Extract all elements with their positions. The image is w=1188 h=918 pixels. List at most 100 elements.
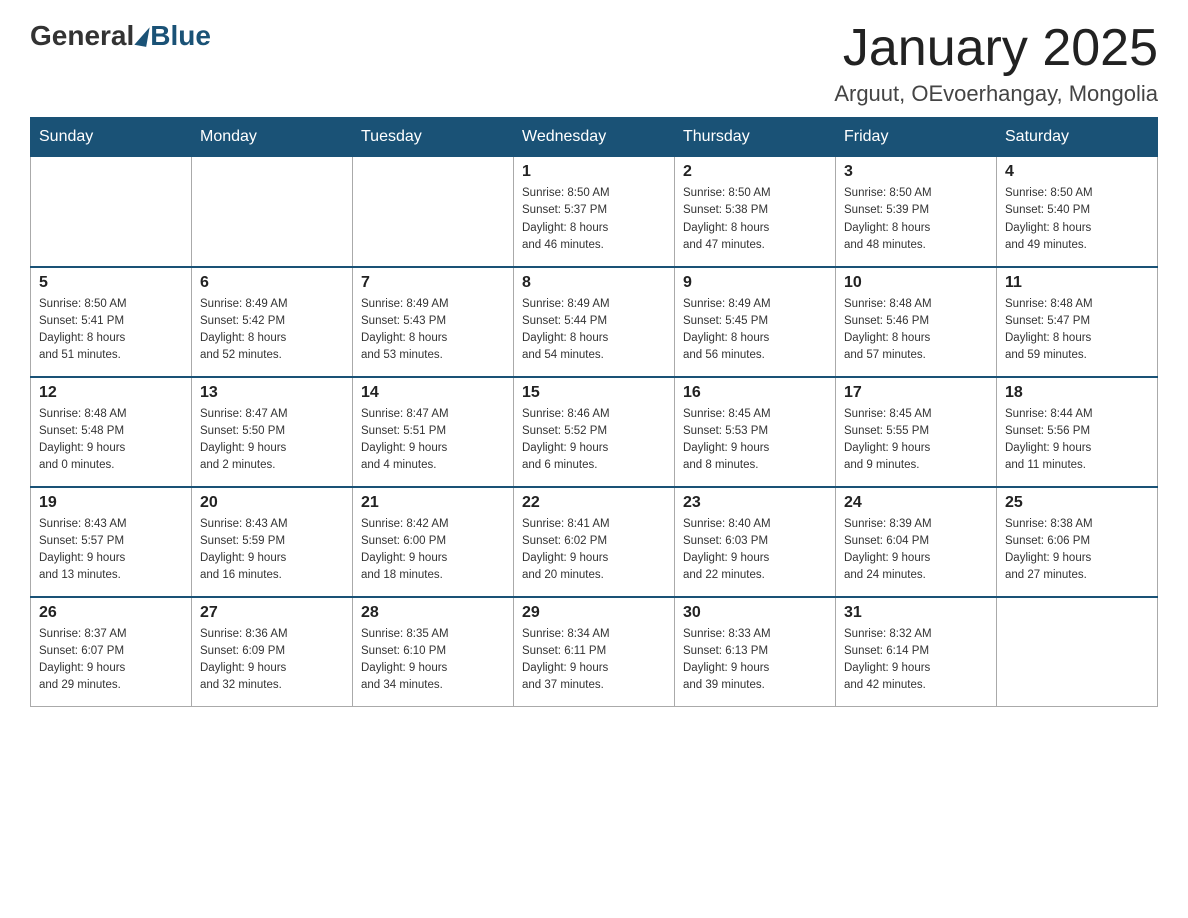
calendar-cell: 29 Sunrise: 8:34 AM Sunset: 6:11 PM Dayli…	[514, 597, 675, 707]
day-info: Sunrise: 8:38 AM Sunset: 6:06 PM Dayligh…	[1005, 516, 1149, 585]
day-info: Sunrise: 8:48 AM Sunset: 5:48 PM Dayligh…	[39, 406, 183, 475]
day-number: 31	[844, 604, 988, 622]
calendar-cell: 5 Sunrise: 8:50 AM Sunset: 5:41 PM Daylig…	[31, 267, 192, 377]
calendar-cell: 6Sunrise: 8:49 AM Sunset: 5:42 PM Daylig…	[192, 267, 353, 377]
day-number: 23	[683, 494, 827, 512]
calendar-cell: 18 Sunrise: 8:44 AM Sunset: 5:56 PM Dayli…	[997, 377, 1158, 487]
week-row-3: 12 Sunrise: 8:48 AM Sunset: 5:48 PM Dayli…	[31, 377, 1158, 487]
day-info: Sunrise: 8:50 AM Sunset: 5:41 PM Dayligh…	[39, 296, 183, 365]
day-number: 4	[1005, 163, 1149, 181]
location-title: Arguut, OEvoerhangay, Mongolia	[834, 81, 1158, 107]
day-info: Sunrise: 8:34 AM Sunset: 6:11 PM Dayligh…	[522, 626, 666, 695]
calendar-cell: 26 Sunrise: 8:37 AM Sunset: 6:07 PM Dayli…	[31, 597, 192, 707]
page-header: General Blue January 2025 Arguut, OEvoer…	[30, 20, 1158, 107]
calendar-cell: 20 Sunrise: 8:43 AM Sunset: 5:59 PM Dayli…	[192, 487, 353, 597]
day-number: 14	[361, 384, 505, 402]
calendar-cell: 16 Sunrise: 8:45 AM Sunset: 5:53 PM Dayli…	[675, 377, 836, 487]
day-number: 21	[361, 494, 505, 512]
calendar-cell: 14 Sunrise: 8:47 AM Sunset: 5:51 PM Dayli…	[353, 377, 514, 487]
logo-general-text: General	[30, 20, 134, 52]
day-header-thursday: Thursday	[675, 118, 836, 157]
day-number: 25	[1005, 494, 1149, 512]
day-number: 3	[844, 163, 988, 181]
day-number: 22	[522, 494, 666, 512]
calendar-cell: 22 Sunrise: 8:41 AM Sunset: 6:02 PM Dayli…	[514, 487, 675, 597]
day-info: Sunrise: 8:50 AM Sunset: 5:37 PM Dayligh…	[522, 185, 666, 254]
day-number: 1	[522, 163, 666, 181]
day-number: 2	[683, 163, 827, 181]
day-number: 8	[522, 274, 666, 292]
day-number: 20	[200, 494, 344, 512]
day-info: Sunrise: 8:45 AM Sunset: 5:55 PM Dayligh…	[844, 406, 988, 475]
week-row-4: 19 Sunrise: 8:43 AM Sunset: 5:57 PM Dayli…	[31, 487, 1158, 597]
calendar-cell: 11Sunrise: 8:48 AM Sunset: 5:47 PM Dayli…	[997, 267, 1158, 377]
logo-triangle-icon	[135, 25, 150, 47]
week-row-1: 1 Sunrise: 8:50 AM Sunset: 5:37 PM Daylig…	[31, 157, 1158, 267]
day-info: Sunrise: 8:39 AM Sunset: 6:04 PM Dayligh…	[844, 516, 988, 585]
calendar-cell: 12 Sunrise: 8:48 AM Sunset: 5:48 PM Dayli…	[31, 377, 192, 487]
calendar-cell: 17 Sunrise: 8:45 AM Sunset: 5:55 PM Dayli…	[836, 377, 997, 487]
logo-blue-text: Blue	[150, 20, 211, 52]
day-info: Sunrise: 8:49 AM Sunset: 5:44 PM Dayligh…	[522, 296, 666, 365]
day-info: Sunrise: 8:32 AM Sunset: 6:14 PM Dayligh…	[844, 626, 988, 695]
day-header-tuesday: Tuesday	[353, 118, 514, 157]
day-number: 16	[683, 384, 827, 402]
day-number: 28	[361, 604, 505, 622]
day-info: Sunrise: 8:48 AM Sunset: 5:46 PM Dayligh…	[844, 296, 988, 365]
day-number: 18	[1005, 384, 1149, 402]
day-info: Sunrise: 8:50 AM Sunset: 5:40 PM Dayligh…	[1005, 185, 1149, 254]
calendar-cell: 7 Sunrise: 8:49 AM Sunset: 5:43 PM Daylig…	[353, 267, 514, 377]
logo: General Blue	[30, 20, 211, 52]
day-info: Sunrise: 8:41 AM Sunset: 6:02 PM Dayligh…	[522, 516, 666, 585]
calendar-cell: 27 Sunrise: 8:36 AM Sunset: 6:09 PM Dayli…	[192, 597, 353, 707]
calendar-cell: 15 Sunrise: 8:46 AM Sunset: 5:52 PM Dayli…	[514, 377, 675, 487]
calendar-cell: 13Sunrise: 8:47 AM Sunset: 5:50 PM Dayli…	[192, 377, 353, 487]
day-number: 17	[844, 384, 988, 402]
day-number: 15	[522, 384, 666, 402]
day-info: Sunrise: 8:45 AM Sunset: 5:53 PM Dayligh…	[683, 406, 827, 475]
day-number: 7	[361, 274, 505, 292]
day-info: Sunrise: 8:49 AM Sunset: 5:43 PM Dayligh…	[361, 296, 505, 365]
calendar-cell: 9 Sunrise: 8:49 AM Sunset: 5:45 PM Daylig…	[675, 267, 836, 377]
day-number: 24	[844, 494, 988, 512]
day-number: 19	[39, 494, 183, 512]
day-number: 9	[683, 274, 827, 292]
calendar-cell	[192, 157, 353, 267]
title-section: January 2025 Arguut, OEvoerhangay, Mongo…	[834, 20, 1158, 107]
day-info: Sunrise: 8:43 AM Sunset: 5:57 PM Dayligh…	[39, 516, 183, 585]
day-info: Sunrise: 8:43 AM Sunset: 5:59 PM Dayligh…	[200, 516, 344, 585]
day-number: 30	[683, 604, 827, 622]
day-info: Sunrise: 8:49 AM Sunset: 5:45 PM Dayligh…	[683, 296, 827, 365]
calendar-cell	[997, 597, 1158, 707]
day-number: 29	[522, 604, 666, 622]
day-number: 27	[200, 604, 344, 622]
day-info: Sunrise: 8:46 AM Sunset: 5:52 PM Dayligh…	[522, 406, 666, 475]
day-info: Sunrise: 8:50 AM Sunset: 5:38 PM Dayligh…	[683, 185, 827, 254]
calendar-cell: 4 Sunrise: 8:50 AM Sunset: 5:40 PM Daylig…	[997, 157, 1158, 267]
calendar-cell: 10Sunrise: 8:48 AM Sunset: 5:46 PM Dayli…	[836, 267, 997, 377]
calendar-cell: 19 Sunrise: 8:43 AM Sunset: 5:57 PM Dayli…	[31, 487, 192, 597]
calendar-cell: 8 Sunrise: 8:49 AM Sunset: 5:44 PM Daylig…	[514, 267, 675, 377]
calendar-cell: 1 Sunrise: 8:50 AM Sunset: 5:37 PM Daylig…	[514, 157, 675, 267]
day-header-saturday: Saturday	[997, 118, 1158, 157]
calendar-cell: 24 Sunrise: 8:39 AM Sunset: 6:04 PM Dayli…	[836, 487, 997, 597]
day-number: 5	[39, 274, 183, 292]
day-number: 13	[200, 384, 344, 402]
calendar-cell	[353, 157, 514, 267]
day-info: Sunrise: 8:37 AM Sunset: 6:07 PM Dayligh…	[39, 626, 183, 695]
day-header-wednesday: Wednesday	[514, 118, 675, 157]
day-number: 12	[39, 384, 183, 402]
day-info: Sunrise: 8:44 AM Sunset: 5:56 PM Dayligh…	[1005, 406, 1149, 475]
month-title: January 2025	[834, 20, 1158, 77]
days-header-row: SundayMondayTuesdayWednesdayThursdayFrid…	[31, 118, 1158, 157]
calendar-cell: 2 Sunrise: 8:50 AM Sunset: 5:38 PM Daylig…	[675, 157, 836, 267]
day-info: Sunrise: 8:49 AM Sunset: 5:42 PM Dayligh…	[200, 296, 344, 365]
day-number: 11	[1005, 274, 1149, 292]
day-number: 26	[39, 604, 183, 622]
day-info: Sunrise: 8:36 AM Sunset: 6:09 PM Dayligh…	[200, 626, 344, 695]
day-info: Sunrise: 8:47 AM Sunset: 5:51 PM Dayligh…	[361, 406, 505, 475]
day-info: Sunrise: 8:42 AM Sunset: 6:00 PM Dayligh…	[361, 516, 505, 585]
day-info: Sunrise: 8:33 AM Sunset: 6:13 PM Dayligh…	[683, 626, 827, 695]
day-header-monday: Monday	[192, 118, 353, 157]
calendar-table: SundayMondayTuesdayWednesdayThursdayFrid…	[30, 117, 1158, 707]
